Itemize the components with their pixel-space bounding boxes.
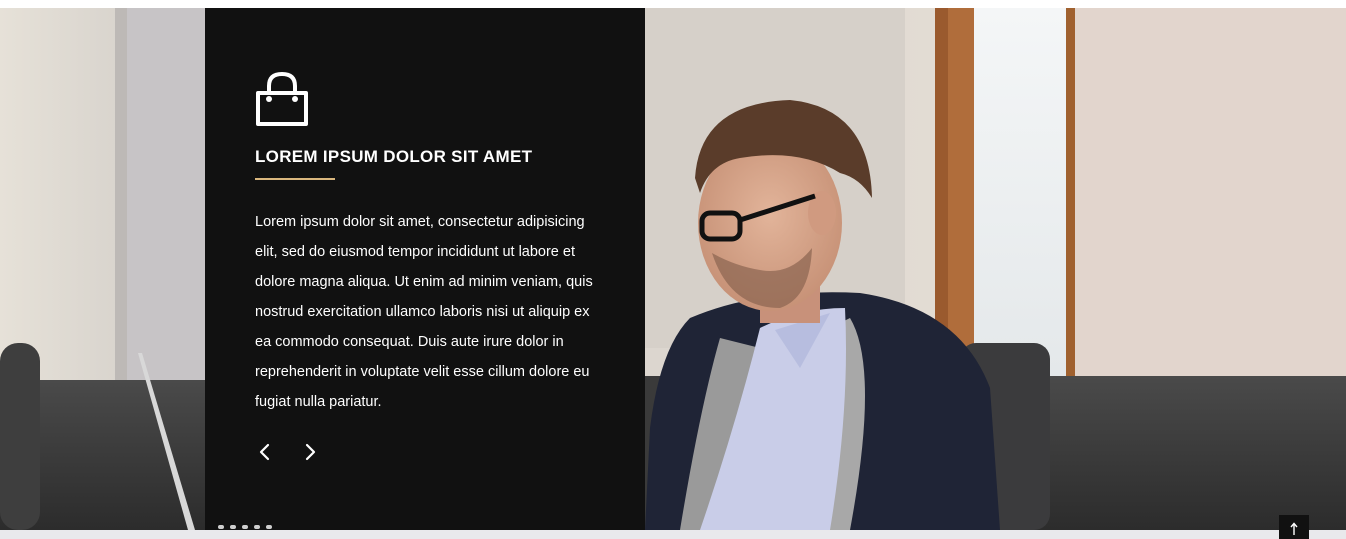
slider-dot[interactable] [242, 525, 248, 529]
prev-slide-button[interactable] [255, 441, 275, 463]
slider-dot[interactable] [266, 525, 272, 529]
slider-dot[interactable] [218, 525, 224, 529]
back-to-top-button[interactable] [1279, 515, 1309, 539]
hero-background-photo [0, 8, 1346, 530]
page: LOREM IPSUM DOLOR SIT AMET Lorem ipsum d… [0, 0, 1346, 539]
next-slide-button[interactable] [300, 441, 320, 463]
chevron-right-icon [305, 443, 316, 461]
slider-pagination [218, 525, 272, 529]
hero-info-panel: LOREM IPSUM DOLOR SIT AMET Lorem ipsum d… [205, 8, 645, 530]
hero-photo-illustration [0, 8, 1346, 530]
shopping-bag-icon [256, 71, 308, 126]
title-underline [255, 178, 335, 180]
slider-dot[interactable] [254, 525, 260, 529]
panel-body-text: Lorem ipsum dolor sit amet, consectetur … [255, 214, 593, 410]
arrow-up-icon [1290, 522, 1298, 535]
chevron-left-icon [259, 443, 270, 461]
panel-title: LOREM IPSUM DOLOR SIT AMET [255, 147, 533, 166]
slider-dot[interactable] [230, 525, 236, 529]
footer-strip [0, 530, 1346, 539]
